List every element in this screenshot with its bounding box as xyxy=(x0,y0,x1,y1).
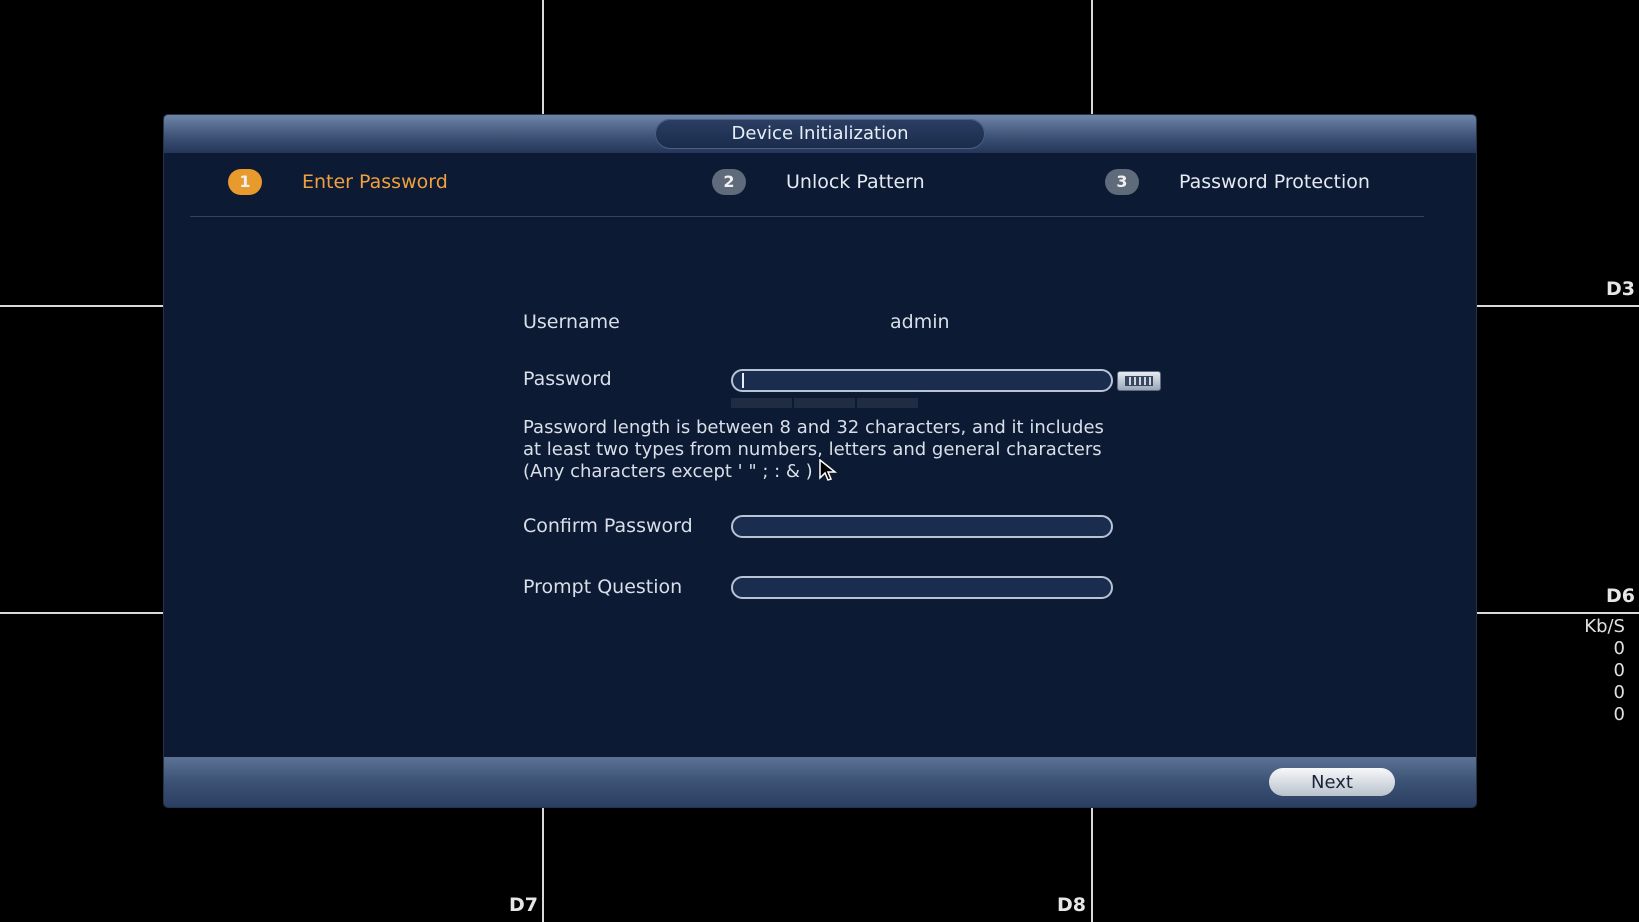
step-enter-password: 1 Enter Password xyxy=(228,169,448,195)
dialog-footer: Next xyxy=(164,757,1476,807)
step-number-badge: 1 xyxy=(228,169,262,195)
bitrate-value: 0 xyxy=(1613,704,1625,725)
bitrate-unit: Kb/S xyxy=(1584,616,1625,637)
step-password-protection: 3 Password Protection xyxy=(1105,169,1370,195)
grid-line-horizontal-3 xyxy=(0,612,164,614)
grid-line-horizontal-2 xyxy=(1476,305,1639,307)
password-input[interactable] xyxy=(731,369,1113,392)
keyboard-icon xyxy=(1125,376,1153,386)
step-label: Enter Password xyxy=(302,171,448,193)
steps-divider xyxy=(190,216,1424,217)
strength-segment xyxy=(731,398,792,408)
grid-line-horizontal-1 xyxy=(0,305,164,307)
channel-label-d3: D3 xyxy=(1606,278,1635,300)
username-label: Username xyxy=(523,311,620,333)
strength-segment xyxy=(857,398,918,408)
wizard-steps: 1 Enter Password 2 Unlock Pattern 3 Pass… xyxy=(164,153,1476,213)
channel-label-d7: D7 xyxy=(509,894,538,916)
confirm-password-label: Confirm Password xyxy=(523,515,693,537)
virtual-keyboard-button[interactable] xyxy=(1117,371,1161,391)
step-unlock-pattern: 2 Unlock Pattern xyxy=(712,169,925,195)
bitrate-value: 0 xyxy=(1613,682,1625,703)
confirm-password-input[interactable] xyxy=(731,515,1113,538)
grid-line-horizontal-4 xyxy=(1476,612,1639,614)
step-number-badge: 2 xyxy=(712,169,746,195)
next-button[interactable]: Next xyxy=(1269,768,1395,796)
prompt-question-label: Prompt Question xyxy=(523,576,683,598)
grid-line-vertical-1 xyxy=(542,0,544,115)
grid-line-vertical-4 xyxy=(1091,807,1093,922)
prompt-question-input[interactable] xyxy=(731,576,1113,599)
channel-label-d6: D6 xyxy=(1606,585,1635,607)
bitrate-stats: Kb/S 0 0 0 0 xyxy=(1584,616,1625,726)
grid-line-vertical-3 xyxy=(542,807,544,922)
dialog-title: Device Initialization xyxy=(655,119,985,149)
strength-segment xyxy=(794,398,855,408)
password-label: Password xyxy=(523,368,612,390)
channel-label-d8: D8 xyxy=(1057,894,1086,916)
bitrate-value: 0 xyxy=(1613,638,1625,659)
text-caret xyxy=(742,373,744,388)
bitrate-value: 0 xyxy=(1613,660,1625,681)
grid-line-vertical-2 xyxy=(1091,0,1093,115)
dialog-titlebar: Device Initialization xyxy=(164,115,1476,153)
password-strength-meter xyxy=(731,398,918,408)
step-number-badge: 3 xyxy=(1105,169,1139,195)
step-label: Unlock Pattern xyxy=(786,171,925,193)
username-value: admin xyxy=(890,311,950,333)
mouse-cursor-icon xyxy=(819,459,837,481)
step-label: Password Protection xyxy=(1179,171,1370,193)
